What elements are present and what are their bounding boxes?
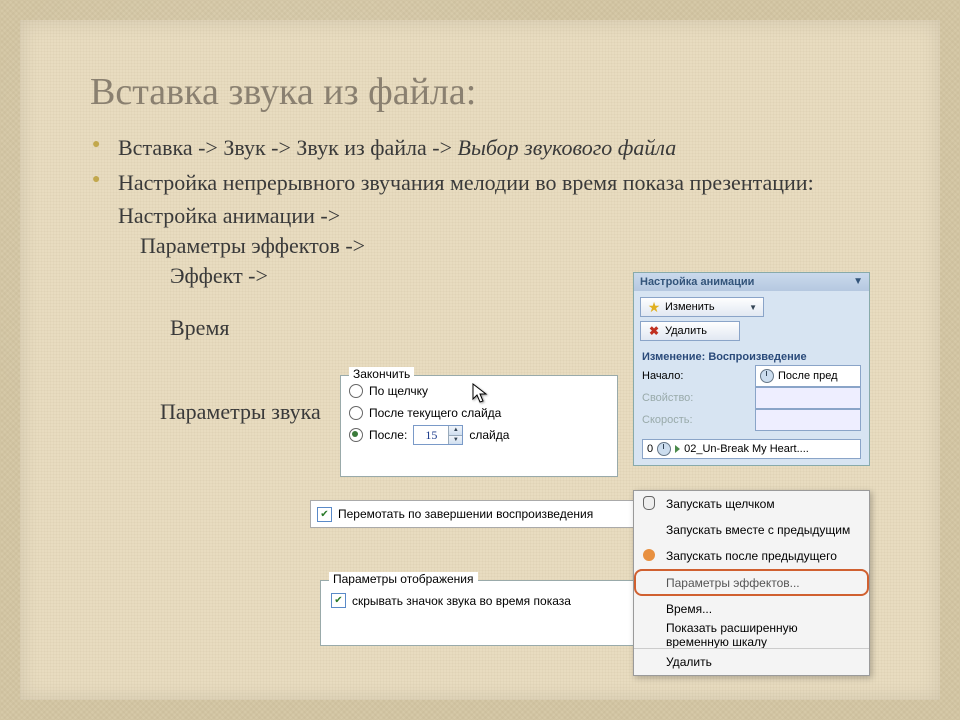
radio-after-n-label-after: слайда [469,428,509,442]
bullet-1: Вставка -> Звук -> Звук из файла -> Выбо… [114,134,870,163]
mouse-icon [640,496,658,513]
menu-extended-timeline[interactable]: Показать расширенную временную шкалу [634,622,869,648]
speed-dropdown [755,409,861,431]
clock-icon [760,369,774,383]
menu-start-after[interactable]: Запускать после предыдущего [634,543,869,569]
menu-start-with[interactable]: Запускать вместе с предыдущим [634,517,869,543]
property-dropdown [755,387,861,409]
context-menu: Запускать щелчком Запускать вместе с пре… [633,490,870,676]
step-anim: Настройка анимации -> [118,203,870,229]
radio-icon [349,406,363,420]
menu-start-click[interactable]: Запускать щелчком [634,491,869,517]
slides-spinner-input[interactable] [414,426,448,444]
menu-start-after-label: Запускать после предыдущего [666,549,837,563]
radio-after-current-label: После текущего слайда [369,406,501,420]
chevron-down-icon[interactable]: ▼ [853,276,863,288]
end-options-panel: Закончить По щелчку После текущего слайд… [340,375,618,477]
bullet-2: Настройка непрерывного звучания мелодии … [114,169,870,198]
bullet-1-em: Выбор звукового файла [458,135,677,160]
step-params: Параметры эффектов -> [140,233,870,259]
checkbox-icon[interactable]: ✔ [317,507,332,522]
main-bullet-list: Вставка -> Звук -> Звук из файла -> Выбо… [90,134,870,197]
animation-pane-title: Настройка анимации [640,276,754,288]
bullet-1-text: Вставка -> Звук -> Звук из файла -> [118,135,458,160]
play-icon [675,445,680,453]
speed-label: Скорость: [642,414,693,426]
delete-icon: ✖ [647,324,661,338]
item-name: 02_Un-Break My Heart.... [684,443,856,455]
radio-icon [349,384,363,398]
delete-button[interactable]: ✖ Удалить [640,321,740,341]
spinner-up-icon[interactable]: ▲ [448,426,462,436]
menu-start-click-label: Запускать щелчком [666,497,775,511]
item-index: 0 [647,443,653,455]
section-title: Изменение: Воспроизведение [642,351,861,365]
clock-icon [657,442,671,456]
change-button[interactable]: ★ Изменить ▼ [640,297,764,317]
rewind-checkbox-row[interactable]: ✔ Перемотать по завершении воспроизведен… [310,500,642,528]
menu-delete[interactable]: Удалить [634,648,869,675]
menu-effect-params[interactable]: Параметры эффектов... [634,569,869,596]
change-button-label: Изменить [665,301,715,313]
radio-on-click[interactable]: По щелчку [349,380,609,402]
start-label: Начало: [642,370,683,382]
checkbox-icon[interactable]: ✔ [331,593,346,608]
slides-spinner[interactable]: ▲ ▼ [413,425,463,445]
animation-list-item[interactable]: 0 02_Un-Break My Heart.... [642,439,861,459]
radio-icon [349,428,363,442]
radio-after-n[interactable]: После: ▲ ▼ слайда [349,424,609,446]
menu-effect-params-label: Параметры эффектов... [666,576,800,590]
rewind-label: Перемотать по завершении воспроизведения [338,507,593,521]
animation-pane-header[interactable]: Настройка анимации ▼ [634,273,869,291]
clock-icon [640,549,658,564]
start-dropdown[interactable]: После пред [755,365,861,387]
display-options-legend: Параметры отображения [329,572,478,586]
radio-on-click-label: По щелчку [369,384,428,398]
star-icon: ★ [647,300,661,314]
menu-timing[interactable]: Время... [634,596,869,622]
spinner-down-icon[interactable]: ▼ [448,436,462,445]
menu-delete-label: Удалить [666,655,712,669]
menu-extended-timeline-label: Показать расширенную временную шкалу [666,621,859,649]
animation-pane: Настройка анимации ▼ ★ Изменить ▼ ✖ Удал… [633,272,870,466]
start-value: После пред [778,370,838,382]
menu-timing-label: Время... [666,602,712,616]
delete-button-label: Удалить [665,325,707,337]
slide-title: Вставка звука из файла: [90,70,870,114]
radio-after-n-label-before: После: [369,428,407,442]
radio-after-current[interactable]: После текущего слайда [349,402,609,424]
menu-start-with-label: Запускать вместе с предыдущим [666,523,850,537]
display-options-panel: Параметры отображения ✔ скрывать значок … [320,580,652,646]
property-label: Свойство: [642,392,693,404]
end-options-legend: Закончить [349,367,414,381]
chevron-down-icon: ▼ [749,303,757,312]
hide-icon-label: скрывать значок звука во время показа [352,594,571,608]
